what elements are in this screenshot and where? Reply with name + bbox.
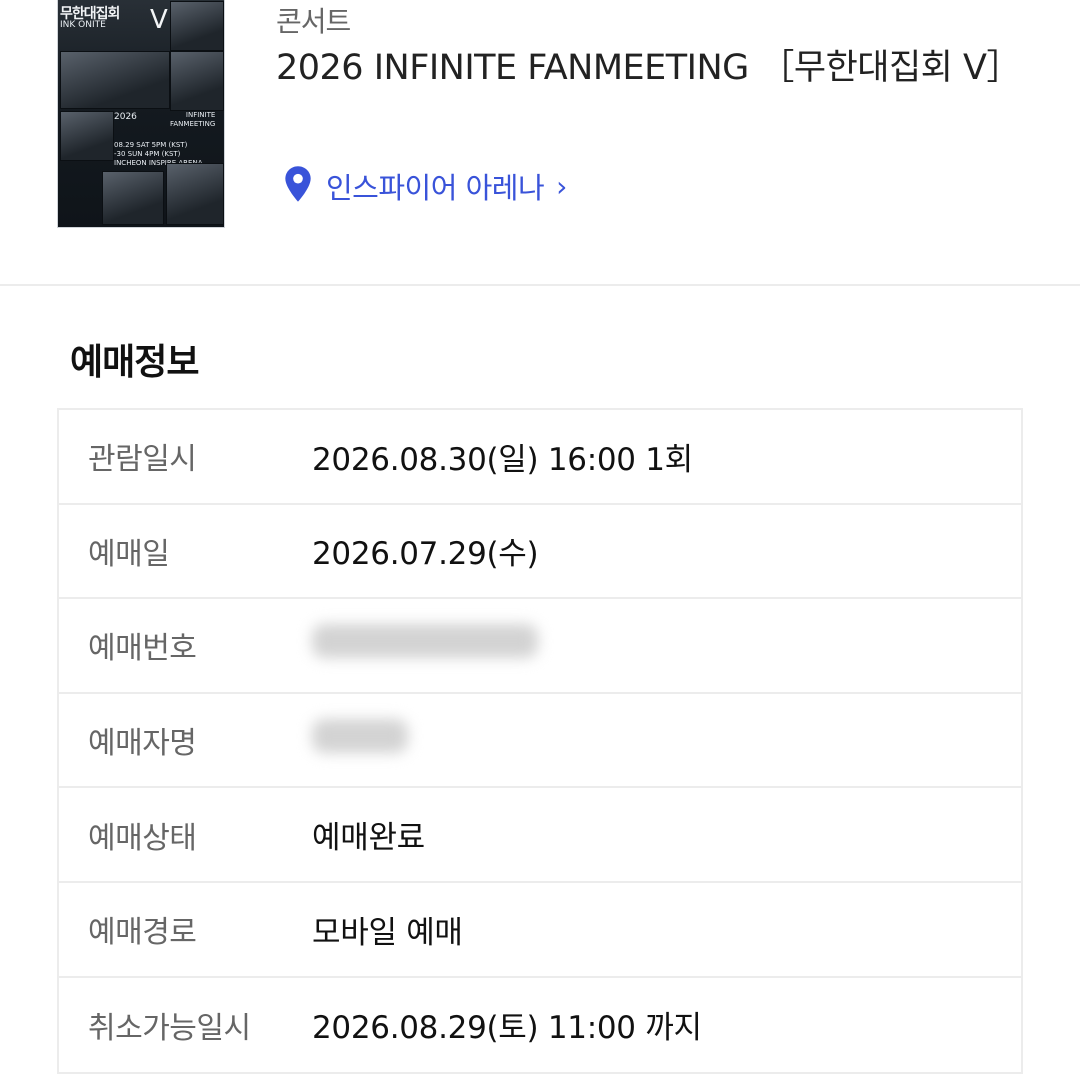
redacted-booking-number (312, 624, 538, 659)
row-value: 모바일 예매 (312, 914, 463, 951)
section-title-booking-info: 예매정보 (70, 342, 199, 383)
table-row-booking-channel: 예매경로 모바일 예매 (59, 883, 1021, 978)
row-label: 예매번호 (88, 631, 197, 667)
poster-member-photo (102, 171, 164, 225)
event-poster-image[interactable]: 무한대집회 INK ONITE V 2026 INFINITE FANMEETI… (57, 0, 225, 228)
row-value: 예매완료 (312, 820, 425, 857)
table-row-cancel-deadline: 취소가능일시 2026.08.29(토) 11:00 까지 (59, 978, 1021, 1073)
poster-member-photo (166, 163, 224, 225)
event-header: 무한대집회 INK ONITE V 2026 INFINITE FANMEETI… (0, 0, 1080, 286)
poster-logo-sub: INK ONITE (60, 20, 106, 30)
table-row-booking-number: 예매번호 (59, 599, 1021, 694)
row-value-redacted (312, 624, 538, 666)
row-value: 2026.07.29(수) (312, 536, 539, 573)
table-row-booker-name: 예매자명 (59, 694, 1021, 789)
poster-member-photo (60, 111, 114, 161)
booking-info-table: 관람일시 2026.08.30(일) 16:00 1회 예매일 2026.07.… (57, 408, 1023, 1075)
venue-label: 인스파이어 아레나 (326, 171, 545, 205)
event-category: 콘서트 (276, 5, 351, 38)
row-value: 2026.08.30(일) 16:00 1회 (312, 441, 693, 478)
row-label: 예매경로 (88, 915, 197, 951)
poster-year: 2026 (114, 112, 137, 122)
row-value: 2026.08.29(토) 11:00 까지 (312, 1010, 702, 1047)
row-label: 취소가능일시 (88, 1010, 251, 1046)
row-value-redacted (312, 719, 408, 761)
venue-link[interactable]: 인스파이어 아레나 › (282, 165, 567, 207)
poster-logo-v: V (150, 5, 168, 35)
table-row-booking-status: 예매상태 예매완료 (59, 788, 1021, 883)
table-row-viewing-datetime: 관람일시 2026.08.30(일) 16:00 1회 (59, 410, 1021, 505)
redacted-booker-name (312, 719, 408, 754)
event-title: 2026 INFINITE FANMEETING ［무한대집회 V］ (276, 48, 1021, 88)
poster-member-photo (170, 51, 224, 111)
table-row-booking-date: 예매일 2026.07.29(수) (59, 505, 1021, 600)
location-pin-icon (282, 165, 314, 207)
poster-group-photo (60, 51, 170, 109)
row-label: 관람일시 (88, 442, 197, 478)
row-label: 예매일 (88, 536, 170, 572)
poster-subtitle: INFINITE FANMEETING (170, 111, 216, 128)
poster-member-photo (170, 1, 224, 51)
row-label: 예매자명 (88, 726, 197, 762)
chevron-right-icon: › (556, 169, 568, 203)
row-label: 예매상태 (88, 820, 197, 856)
